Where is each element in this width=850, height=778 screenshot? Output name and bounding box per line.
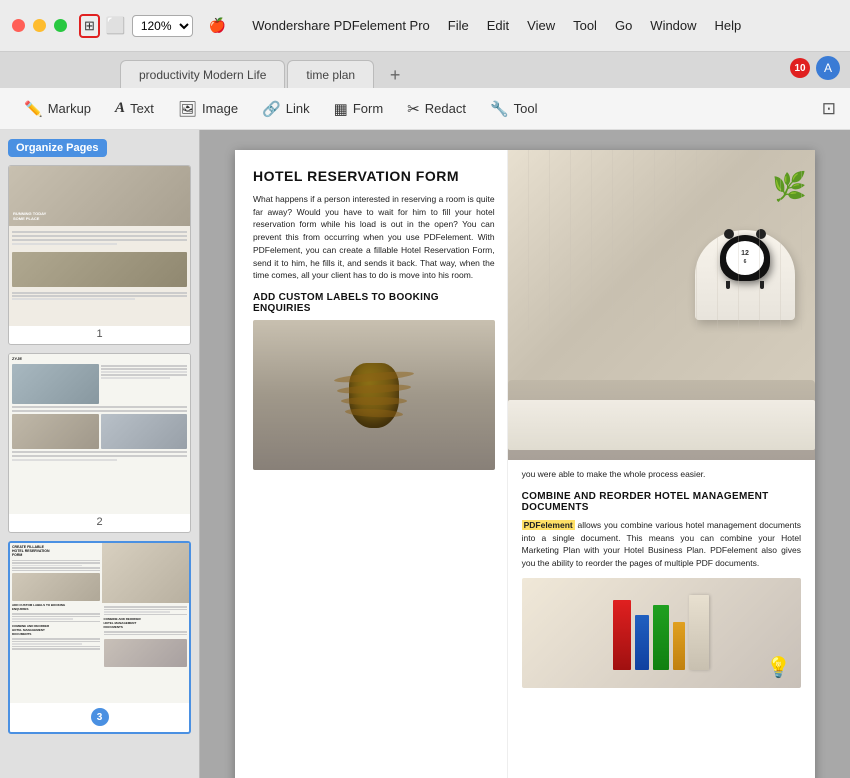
pdf-heading-2: ADD CUSTOM LABELS TO BOOKING ENQUIRIES: [253, 292, 495, 314]
image-button[interactable]: 🖼 Image: [168, 95, 248, 123]
grid-view-button[interactable]: ⊞: [79, 14, 100, 38]
titlebar: ⊞ ⬜ 120% 100% 150% 🍎 Wondershare PDFelem…: [0, 0, 850, 52]
pdf-page: HOTEL RESERVATION FORM What happens if a…: [235, 150, 815, 778]
minimize-button[interactable]: [33, 19, 46, 32]
menu-help[interactable]: Help: [715, 18, 742, 33]
pdf-right-text: you were able to make the whole process …: [522, 468, 801, 481]
view-controls: ⊞ ⬜ 120% 100% 150%: [79, 14, 193, 38]
sidebar-toggle-button[interactable]: ⊡: [822, 99, 836, 119]
tool-button[interactable]: 🔧 Tool: [480, 95, 548, 123]
pdf-content[interactable]: HOTEL RESERVATION FORM What happens if a…: [200, 130, 850, 778]
notification-badge: 10: [790, 58, 810, 78]
split-view-button[interactable]: ⬜: [106, 16, 126, 36]
form-icon: ▦: [334, 100, 348, 118]
avatar[interactable]: A: [816, 56, 840, 80]
new-tab-button[interactable]: +: [382, 62, 408, 88]
redact-button[interactable]: ✂ Redact: [397, 95, 476, 123]
pdf-body-1: What happens if a person interested in r…: [253, 193, 495, 282]
close-button[interactable]: [12, 19, 25, 32]
image-icon: 🖼: [178, 100, 197, 118]
tool-icon: 🔧: [490, 100, 509, 118]
tabs-right: 10 A: [790, 56, 840, 80]
link-icon: 🔗: [262, 100, 281, 118]
window-controls: [12, 19, 67, 32]
toolbar: ✏️ Markup A Text 🖼 Image 🔗 Link ▦ Form ✂…: [0, 88, 850, 130]
form-button[interactable]: ▦ Form: [324, 95, 394, 123]
page-number-3-badge: 3: [91, 708, 109, 726]
pdf-heading-1: HOTEL RESERVATION FORM: [253, 168, 495, 185]
menu-app[interactable]: Wondershare PDFelement Pro: [252, 18, 430, 33]
menu-bar: 🍎 Wondershare PDFelement Pro File Edit V…: [209, 17, 741, 34]
sidebar[interactable]: Organize Pages RUNNING TODAYSOME PLACE: [0, 130, 200, 778]
main-area: Organize Pages RUNNING TODAYSOME PLACE: [0, 130, 850, 778]
text-icon: A: [115, 100, 125, 117]
maximize-button[interactable]: [54, 19, 67, 32]
menu-window[interactable]: Window: [650, 18, 696, 33]
tab-productivity[interactable]: productivity Modern Life: [120, 60, 285, 88]
tabs-bar: productivity Modern Life time plan + 10 …: [0, 52, 850, 88]
text-button[interactable]: A Text: [105, 95, 164, 122]
zoom-select[interactable]: 120% 100% 150%: [132, 15, 193, 37]
tab-timeplan[interactable]: time plan: [287, 60, 374, 88]
page-thumbnail-3[interactable]: CREATE FILLABLEHOTEL RESERVATIONFORM ADD…: [8, 541, 191, 734]
redact-icon: ✂: [407, 100, 420, 118]
menu-tool[interactable]: Tool: [573, 18, 597, 33]
menu-file[interactable]: File: [448, 18, 469, 33]
apple-menu[interactable]: 🍎: [209, 17, 226, 34]
link-button[interactable]: 🔗 Link: [252, 95, 320, 123]
menu-view[interactable]: View: [527, 18, 555, 33]
highlight-pdfelement: PDFelement: [522, 520, 575, 530]
menu-go[interactable]: Go: [615, 18, 632, 33]
markup-button[interactable]: ✏️ Markup: [14, 95, 101, 123]
pdf-heading-3: COMBINE AND REORDER HOTEL MANAGEMENT DOC…: [522, 491, 801, 513]
pdf-body-2: PDFelement allows you combine various ho…: [522, 519, 801, 570]
page-number-2: 2: [9, 516, 190, 528]
page-thumbnail-2[interactable]: ZYJE: [8, 353, 191, 533]
page-thumbnail-1[interactable]: RUNNING TODAYSOME PLACE 1: [8, 165, 191, 345]
markup-icon: ✏️: [24, 100, 43, 118]
menu-edit[interactable]: Edit: [487, 18, 509, 33]
organize-pages-badge: Organize Pages: [8, 139, 107, 157]
page-number-1: 1: [9, 328, 190, 340]
